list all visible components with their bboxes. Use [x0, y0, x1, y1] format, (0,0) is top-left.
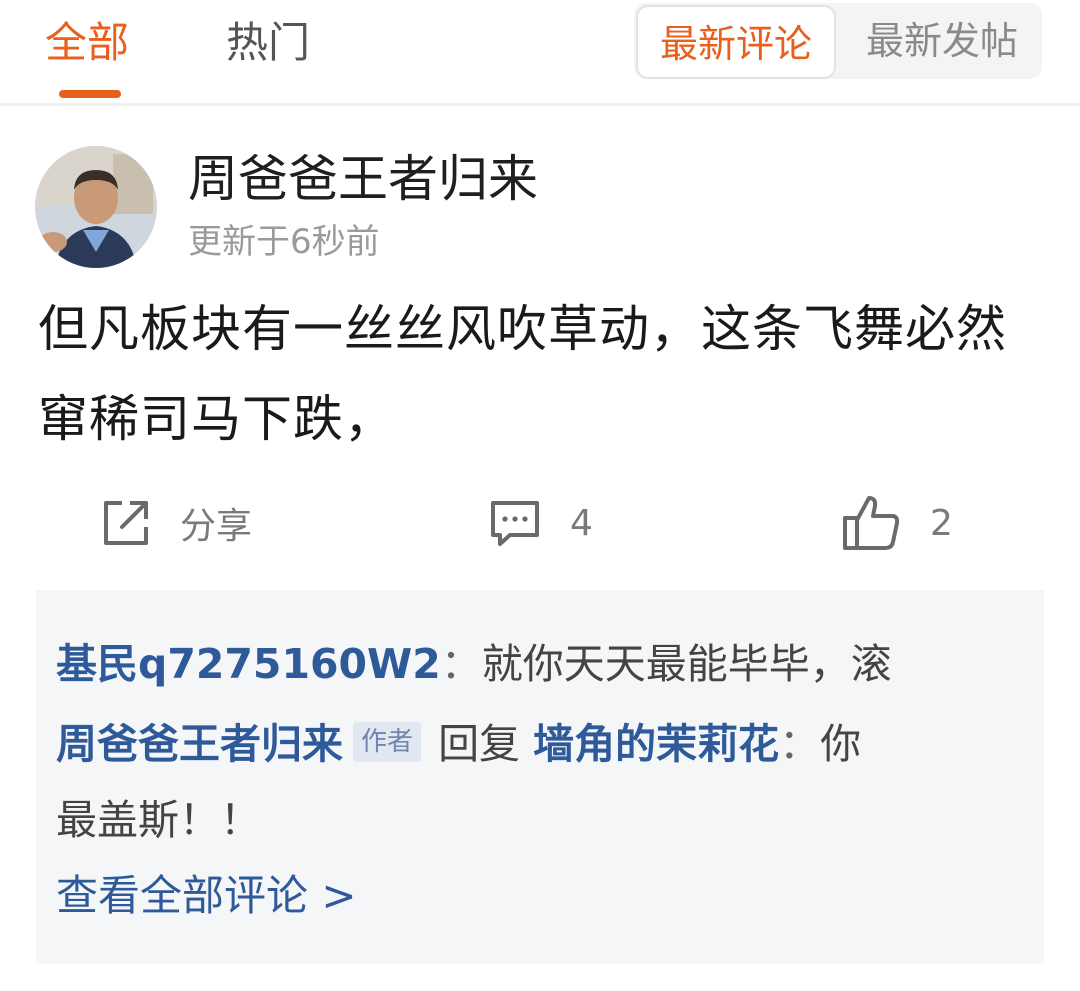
post-content: 但凡板块有一丝丝风吹草动，这条飞舞必然窜稀司马下跌， [38, 300, 1007, 448]
sort-toggle: 最新评论 最新发帖 [634, 3, 1042, 79]
reply-to-user[interactable]: 墙角的茉莉花 [533, 720, 779, 768]
comment-user[interactable]: 基民q7275160W2 [56, 640, 441, 688]
comment-item[interactable]: 周爸爸王者归来 作者 回复 墙角的茉莉花：你 [56, 714, 861, 774]
comment-user[interactable]: 周爸爸王者归来 [56, 720, 343, 768]
like-icon [843, 496, 900, 550]
like-button[interactable]: 2 [840, 488, 953, 558]
sort-latest-comment-button[interactable]: 最新评论 [636, 5, 836, 79]
author-avatar[interactable] [35, 146, 157, 268]
avatar-image [35, 146, 157, 268]
filter-bar: 全部 热门 最新评论 最新发帖 [0, 0, 1080, 106]
reply-word: 回复 [438, 720, 521, 768]
active-tab-indicator [59, 90, 121, 98]
comment-preview: 基民q7275160W2：就你天天最能毕毕，滚 周爸爸王者归来 作者 回复 墙角的… [36, 590, 1044, 964]
tab-hot[interactable]: 热门 [226, 14, 310, 72]
comment-separator: ： [440, 640, 482, 688]
like-count: 2 [930, 502, 953, 544]
author-name[interactable]: 周爸爸王者归来 [188, 146, 538, 212]
share-label: 分享 [180, 506, 253, 547]
comment-separator: ： [779, 720, 821, 768]
comment-text: 就你天天最能毕毕，滚 [481, 640, 892, 688]
sort-latest-post-button[interactable]: 最新发帖 [844, 3, 1040, 79]
comment-text-line2: 最盖斯！！ [56, 796, 261, 844]
share-icon [104, 501, 148, 545]
comment-count: 4 [570, 502, 593, 544]
tab-all[interactable]: 全部 [45, 14, 129, 72]
comment-text-continuation: 最盖斯！！ [56, 790, 261, 850]
author-badge: 作者 [353, 722, 422, 762]
post-detail-page: 全部 热门 最新评论 最新发帖 周爸爸王者归来 更新于6秒前 但凡板块有一丝丝风… [0, 0, 1080, 991]
share-button[interactable]: 分享 [100, 488, 252, 558]
comment-item[interactable]: 基民q7275160W2：就你天天最能毕毕，滚 [56, 634, 892, 694]
update-time: 更新于6秒前 [188, 222, 380, 262]
comment-icon [491, 501, 539, 546]
view-all-comments-link[interactable]: 查看全部评论 > [56, 866, 357, 926]
comment-text-line1: 你 [820, 720, 862, 768]
comment-button[interactable]: 4 [488, 488, 593, 558]
